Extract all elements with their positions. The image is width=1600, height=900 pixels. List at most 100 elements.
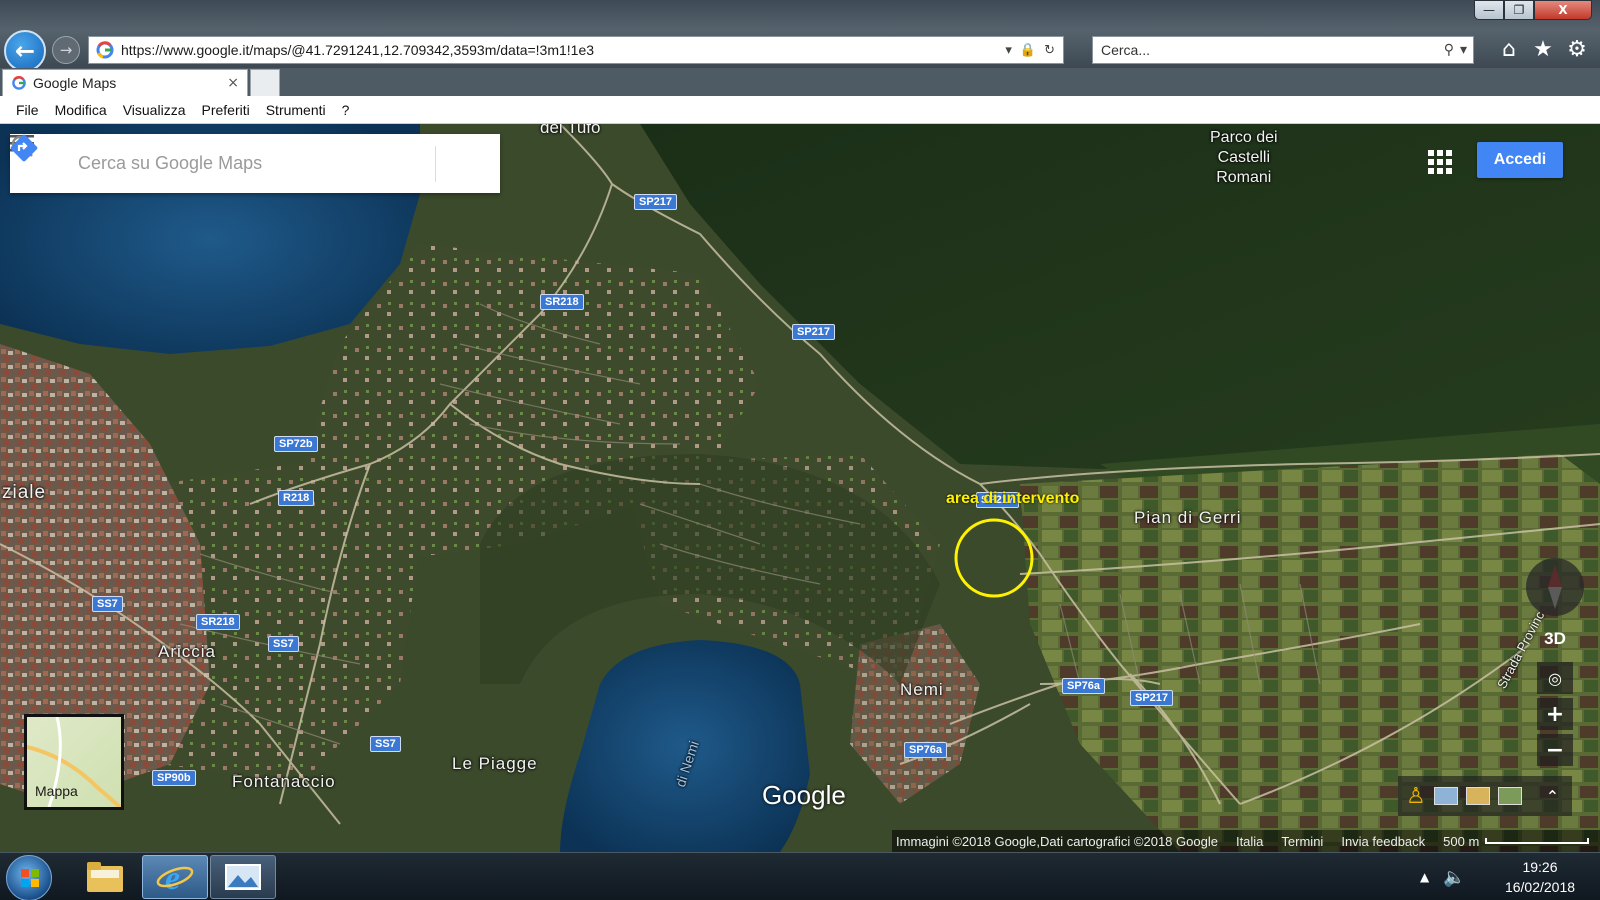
browser-search-box[interactable]: Cerca... ⚲ ▾	[1092, 36, 1474, 64]
place-label-tufo: del Tufo	[540, 124, 601, 137]
location-target-icon: ◎	[1548, 668, 1562, 688]
menu-strumenti[interactable]: Strumenti	[258, 102, 334, 118]
map-type-toggle[interactable]: Mappa	[24, 714, 124, 810]
menu-visualizza[interactable]: Visualizza	[115, 102, 194, 118]
road-shield-sp72b: SP72b	[274, 436, 318, 452]
scale-bar[interactable]: 500 m	[1443, 833, 1590, 849]
tab-strip: Google Maps ×	[0, 68, 1600, 96]
address-url[interactable]: https://www.google.it/maps/@41.7291241,1…	[121, 42, 1005, 58]
road-shield-r218: R218	[278, 490, 315, 506]
close-tab-icon[interactable]: ×	[227, 75, 239, 91]
road-shield-ss7: SS7	[370, 736, 401, 752]
layer-strip: ♙ ⌃	[1398, 776, 1572, 816]
compass-icon[interactable]	[1526, 558, 1584, 616]
arrow-right-icon: →	[59, 41, 73, 59]
taskbar-explorer[interactable]	[72, 855, 138, 899]
place-label-parco-line2: Castelli	[1217, 149, 1271, 166]
tab-google-maps[interactable]: Google Maps ×	[2, 69, 248, 96]
home-icon[interactable]: ⌂	[1496, 36, 1522, 62]
road-shield-sp217: SP217	[634, 194, 678, 210]
place-label-parco-line1: Parco dei	[1210, 129, 1278, 146]
road-shield-sp217: SP217	[792, 324, 836, 340]
maps-search-box	[10, 134, 500, 193]
road-shield-sp76a: SP76a	[1062, 678, 1106, 694]
place-label-parco: Parco dei Castelli Romani	[1210, 128, 1278, 188]
refresh-icon[interactable]: ↻	[1044, 43, 1055, 58]
chevron-down-icon[interactable]: ▾	[1460, 42, 1467, 58]
place-label-ariccia: Ariccia	[158, 642, 217, 661]
maps-search-input[interactable]	[78, 145, 387, 182]
layer-thumb-imagery[interactable]	[1433, 787, 1458, 805]
back-button[interactable]: ←	[4, 30, 46, 72]
road-shield-sr218: SR218	[540, 294, 584, 310]
internet-explorer-icon: e	[156, 860, 194, 895]
search-divider	[435, 145, 436, 182]
windows-logo-icon	[21, 869, 39, 887]
browser-search-placeholder[interactable]: Cerca...	[1101, 42, 1444, 58]
dropdown-icon[interactable]: ▾	[1005, 43, 1012, 58]
zoom-out-button[interactable]: −	[1537, 734, 1573, 766]
lock-icon[interactable]: 🔒	[1020, 43, 1036, 58]
taskbar-photo-viewer[interactable]	[210, 855, 276, 899]
menu-help[interactable]: ?	[334, 102, 358, 118]
scale-label: 500 m	[1443, 833, 1480, 849]
taskbar: e ▲ 🔈 19:26 16/02/2018	[0, 852, 1600, 900]
folder-icon	[87, 862, 123, 892]
satellite-imagery[interactable]	[0, 124, 1600, 852]
minimize-button[interactable]: —	[1474, 0, 1504, 20]
satellite-map[interactable]: del Tufo Parco dei Castelli Romani ziale…	[0, 124, 1600, 852]
google-logo: Google	[762, 780, 846, 810]
close-button[interactable]: X	[1534, 0, 1592, 20]
road-shield-sp217: SP217	[1130, 690, 1174, 706]
star-icon[interactable]: ★	[1530, 36, 1556, 62]
search-tools: ⚲ ▾	[1444, 42, 1473, 58]
pegman-icon[interactable]: ♙	[1406, 784, 1426, 809]
chevron-up-icon[interactable]: ⌃	[1546, 787, 1559, 806]
volume-icon[interactable]: 🔈	[1443, 867, 1465, 888]
minimap-label: Mappa	[35, 783, 78, 799]
forward-button[interactable]: →	[52, 36, 80, 64]
place-label-le-piagge: Le Piagge	[452, 754, 538, 773]
menu-preferiti[interactable]: Preferiti	[193, 102, 257, 118]
road-shield-sr218: SR218	[196, 614, 240, 630]
new-tab-button[interactable]	[250, 69, 280, 96]
apps-grid-icon[interactable]	[1428, 150, 1452, 174]
three-d-button[interactable]: 3D	[1537, 624, 1573, 654]
signin-button[interactable]: Accedi	[1477, 142, 1563, 178]
google-favicon-icon	[12, 76, 26, 90]
gear-icon[interactable]: ⚙	[1564, 36, 1590, 62]
place-label-nemi: Nemi	[900, 680, 944, 699]
taskbar-internet-explorer[interactable]: e	[142, 855, 208, 899]
clock[interactable]: 19:26 16/02/2018	[1488, 857, 1592, 897]
road-shield-ss7: SS7	[268, 636, 299, 652]
search-icon[interactable]: ⚲	[1444, 42, 1454, 58]
menu-modifica[interactable]: Modifica	[47, 102, 115, 118]
menu-file[interactable]: File	[8, 102, 47, 118]
tab-label: Google Maps	[33, 75, 117, 91]
terms-link[interactable]: Termini	[1281, 834, 1323, 849]
clock-date: 16/02/2018	[1504, 879, 1576, 895]
arrow-left-icon: ←	[14, 37, 36, 65]
place-label-pian-di-gerri: Pian di Gerri	[1134, 508, 1242, 527]
restore-button[interactable]: ❐	[1504, 0, 1534, 20]
start-button[interactable]	[6, 855, 52, 900]
address-bar[interactable]: https://www.google.it/maps/@41.7291241,1…	[88, 36, 1064, 64]
road-shield-sp76a: SP76a	[904, 742, 948, 758]
clock-time: 19:26	[1522, 859, 1558, 875]
country-link[interactable]: Italia	[1236, 834, 1263, 849]
layer-thumb-satellite[interactable]	[1497, 787, 1522, 805]
place-label-parco-line3: Romani	[1216, 169, 1272, 186]
road-shield-sp90b: SP90b	[152, 770, 196, 786]
layer-thumb-terrain[interactable]	[1465, 787, 1490, 805]
place-label-fontanaccio: Fontanaccio	[232, 772, 336, 791]
window-controls: — ❐ X	[1474, 0, 1592, 20]
tray-expand-icon[interactable]: ▲	[1420, 870, 1429, 884]
my-location-button[interactable]: ◎	[1537, 662, 1573, 694]
annotation-label: area di intervento	[946, 490, 1080, 507]
svg-text:e: e	[165, 860, 180, 895]
place-label-ziale: ziale	[2, 482, 47, 503]
feedback-link[interactable]: Invia feedback	[1341, 834, 1425, 849]
zoom-in-button[interactable]: +	[1537, 698, 1573, 730]
scale-line	[1485, 838, 1590, 844]
menu-bar: File Modifica Visualizza Preferiti Strum…	[0, 96, 1600, 124]
